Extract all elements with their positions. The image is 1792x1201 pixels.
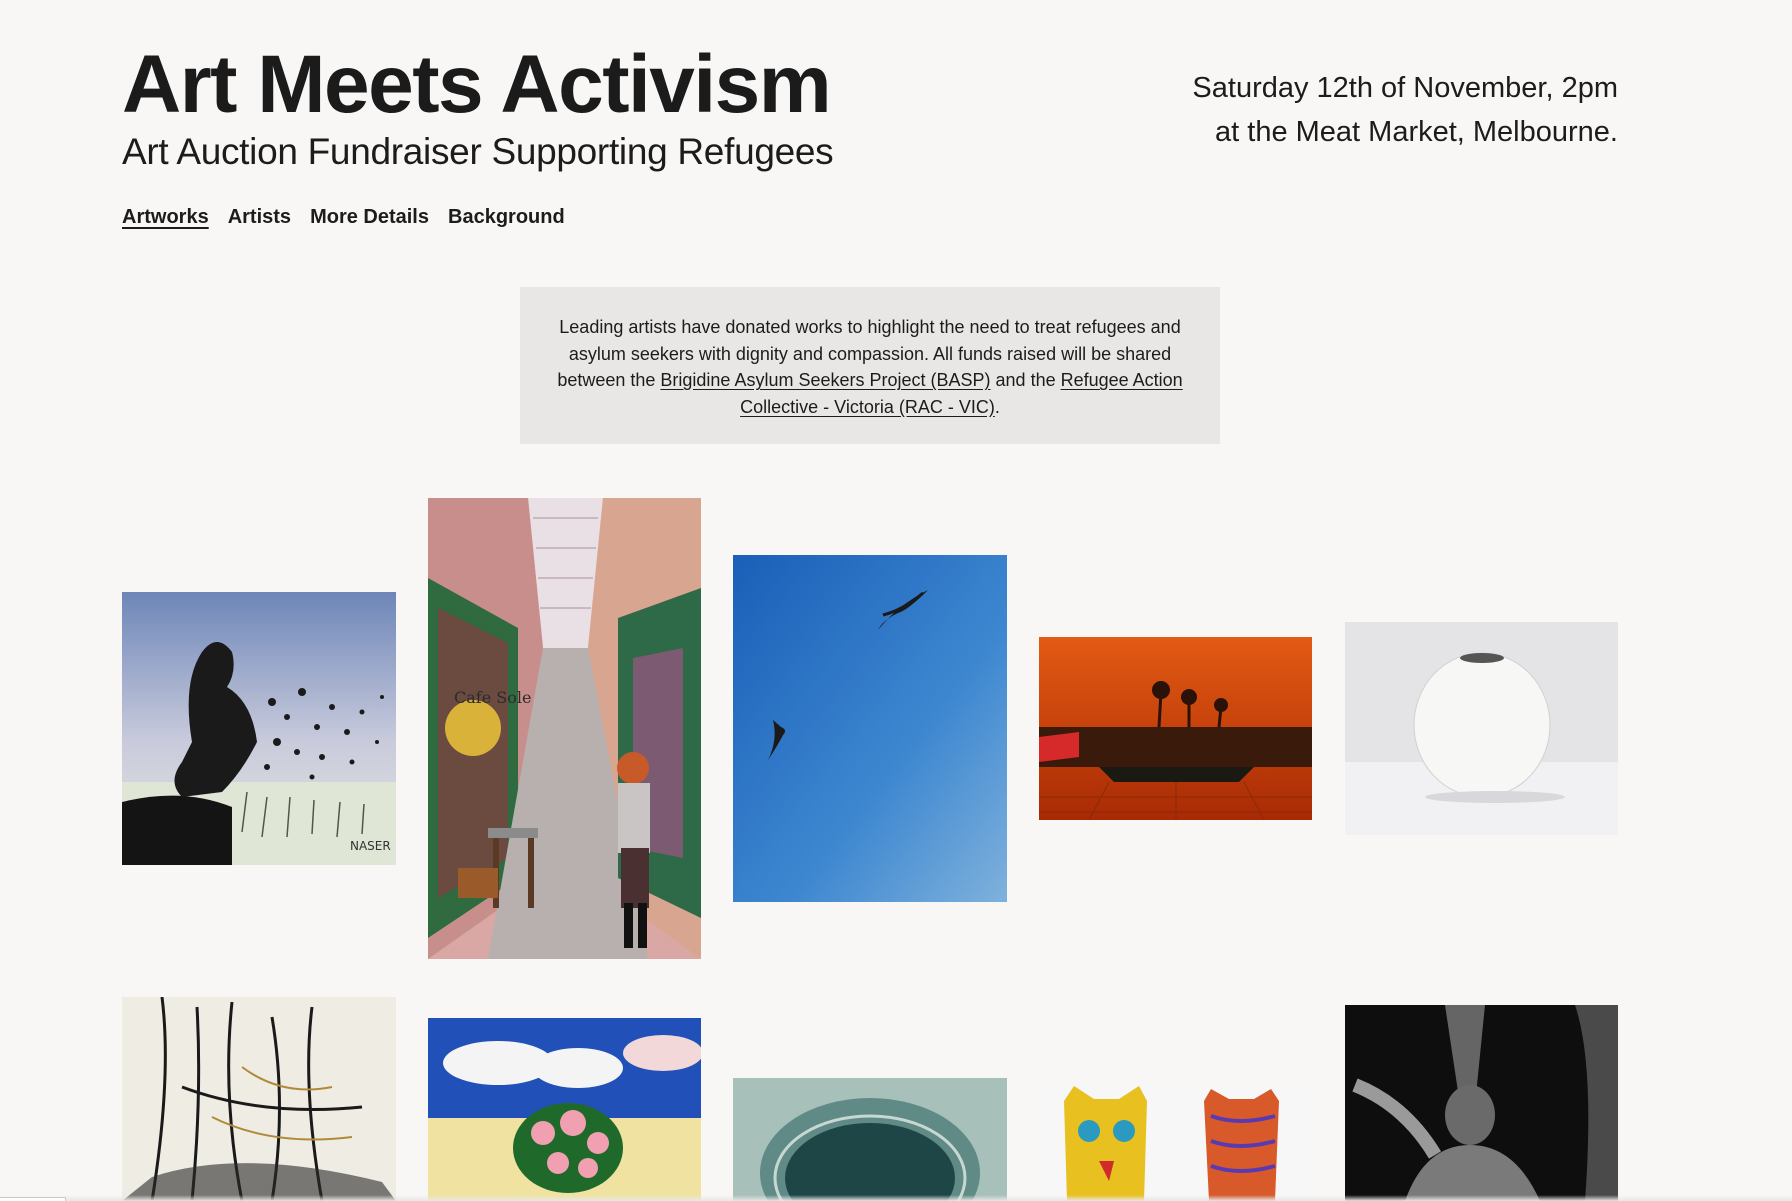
artwork-thinker-birds[interactable]: NASER: [122, 592, 396, 865]
event-info: Saturday 12th of November, 2pm at the Me…: [1192, 66, 1618, 154]
artwork-orange-pool[interactable]: [1039, 637, 1312, 820]
bottom-shadow: [0, 1195, 1792, 1201]
artwork-image: Cafe Sole: [428, 498, 701, 959]
artwork-image: [122, 997, 396, 1201]
artwork-bw-photo[interactable]: [1345, 1005, 1618, 1201]
site-subtitle: Art Auction Fundraiser Supporting Refuge…: [122, 131, 834, 172]
artwork-image: [1039, 1081, 1312, 1201]
artwork-blue-sky-birds[interactable]: [733, 555, 1007, 902]
artwork-green-pool[interactable]: [733, 1078, 1007, 1201]
event-date: Saturday 12th of November, 2pm: [1192, 72, 1618, 104]
intro-box: Leading artists have donated works to hi…: [520, 287, 1220, 444]
site-title: Art Meets Activism: [122, 39, 832, 130]
intro-text-middle: and the: [990, 370, 1061, 390]
nav-more-details[interactable]: More Details: [310, 206, 429, 229]
status-corner: [0, 1197, 66, 1201]
artwork-image: [1039, 637, 1312, 820]
artwork-image: [733, 555, 1007, 902]
artwork-cafe-arcade[interactable]: Cafe Sole: [428, 498, 701, 959]
event-venue: at the Meat Market, Melbourne.: [1215, 116, 1618, 148]
artwork-image: [428, 1018, 701, 1201]
artwork-flowers-clouds[interactable]: [428, 1018, 701, 1201]
basp-link[interactable]: Brigidine Asylum Seekers Project (BASP): [660, 370, 990, 390]
artwork-mosaic-masks[interactable]: [1039, 1081, 1312, 1201]
intro-text-end: .: [994, 396, 1000, 417]
artwork-signature: NASER: [350, 839, 391, 853]
nav-artists[interactable]: Artists: [228, 206, 291, 229]
site-header: Art Meets Activism Art Auction Fundraise…: [122, 39, 834, 174]
artwork-white-vase[interactable]: [1345, 622, 1618, 835]
artwork-image: NASER: [122, 592, 396, 865]
nav-artworks[interactable]: Artworks: [122, 206, 209, 229]
main-nav: Artworks Artists More Details Background: [122, 206, 565, 229]
artwork-image: [733, 1078, 1007, 1201]
artwork-cafe-sign: Cafe Sole: [454, 688, 531, 707]
artwork-image: [1345, 622, 1618, 835]
artwork-abstract-lines[interactable]: [122, 997, 396, 1201]
artwork-image: [1345, 1005, 1618, 1201]
nav-background[interactable]: Background: [448, 206, 565, 229]
